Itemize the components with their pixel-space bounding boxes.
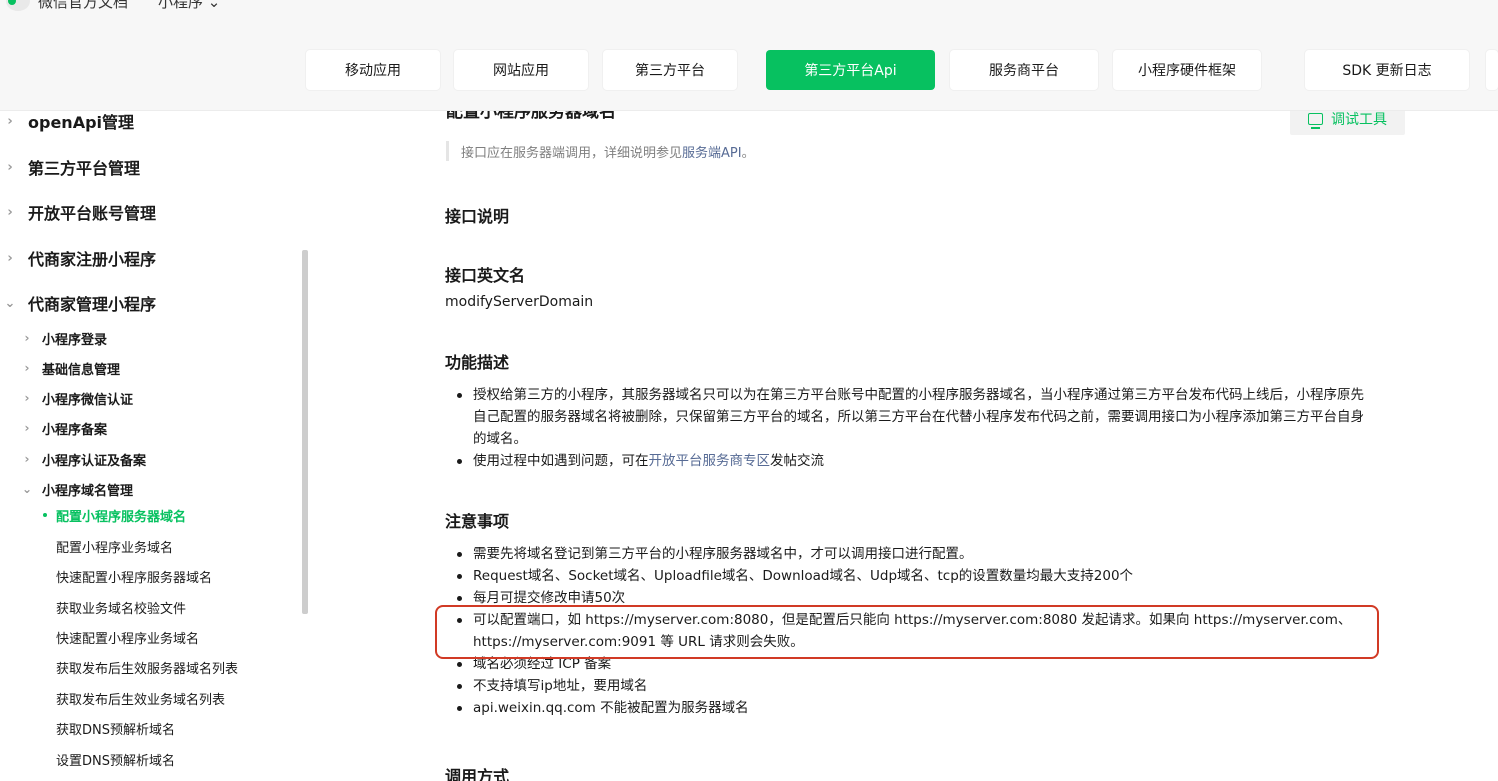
list-item-line: 授权给第三方的小程序，其服务器域名只可以为在第三方平台账号中配置的小程序服务器域…: [473, 387, 1364, 403]
notice-end: 。: [741, 145, 755, 161]
server-api-link[interactable]: 服务端API: [682, 142, 742, 161]
list-item: 使用过程中如遇到问题，可在开放平台服务商专区发帖交流: [445, 450, 1405, 472]
heading-english-name: 接口英文名: [445, 266, 526, 285]
annotation-highlight-box: [435, 605, 1379, 659]
active-dot-icon: [43, 513, 47, 517]
sidebar-subgroup-label: 基础信息管理: [42, 362, 121, 378]
top-header: 微信官方文档 小程序 ⌄ 移动应用 网站应用 第三方平台 第三方平台Api 服务…: [0, 0, 1498, 111]
list-item: 需要先将域名登记到第三方平台的小程序服务器域名中，才可以调用接口进行配置。: [445, 543, 1405, 565]
tab-overflow[interactable]: [1486, 50, 1498, 90]
sidebar-group-label: openApi管理: [28, 113, 135, 132]
sidebar-item-set-dns-prefetch[interactable]: 设置DNS预解析域名: [56, 749, 175, 769]
server-api-notice: 接口应在服务器端调用，详细说明参见 服务端API。: [446, 141, 755, 161]
wechat-logo-icon: [6, 0, 30, 11]
sidebar-item-quick-server-domain[interactable]: 快速配置小程序服务器域名: [56, 566, 212, 586]
sidebar-subgroup-label: 小程序微信认证: [42, 392, 134, 408]
chevron-right-icon: ›: [24, 331, 30, 345]
tab-service-provider[interactable]: 服务商平台: [950, 50, 1098, 90]
sidebar: › openApi管理 › 第三方平台管理 › 开放平台账号管理 › 代商家注册…: [0, 111, 300, 781]
chevron-down-icon: ⌄: [22, 482, 33, 496]
section-switcher[interactable]: 小程序 ⌄: [158, 0, 220, 12]
function-list: 授权给第三方的小程序，其服务器域名只可以为在第三方平台账号中配置的小程序服务器域…: [445, 384, 1405, 472]
tab-website-app[interactable]: 网站应用: [454, 50, 588, 90]
tab-hardware-framework[interactable]: 小程序硬件框架: [1113, 50, 1261, 90]
list-item: 不支持填写ip地址，要用域名: [445, 675, 1405, 697]
sidebar-item-effective-business-domains[interactable]: 获取发布后生效业务域名列表: [56, 688, 225, 708]
sidebar-item-quick-business-domain[interactable]: 快速配置小程序业务域名: [56, 627, 199, 647]
list-item-text: 发帖交流: [770, 453, 824, 469]
debug-tool-label: 调试工具: [1331, 112, 1387, 128]
sidebar-group-label: 代商家注册小程序: [28, 250, 157, 269]
chevron-right-icon: ›: [7, 250, 13, 266]
monitor-icon: [1308, 113, 1323, 129]
sidebar-item-verify-file[interactable]: 获取业务域名校验文件: [56, 597, 186, 617]
list-item-line: 自己配置的服务器域名将被删除，只保留第三方平台的域名，所以第三方平台在代替小程序…: [473, 409, 1364, 425]
sidebar-group-label: 代商家管理小程序: [28, 295, 157, 314]
chevron-right-icon: ›: [24, 421, 30, 435]
service-zone-link[interactable]: 开放平台服务商专区: [649, 453, 771, 469]
notice-text: 接口应在服务器端调用，详细说明参见: [461, 145, 683, 161]
section-label: 小程序: [158, 0, 204, 11]
sidebar-subgroup-label: 小程序认证及备案: [42, 453, 147, 469]
heading-interface: 接口说明: [445, 207, 510, 226]
chevron-down-icon: ⌄: [4, 295, 16, 311]
chevron-right-icon: ›: [7, 204, 13, 220]
brand[interactable]: 微信官方文档 小程序 ⌄: [6, 0, 220, 11]
list-item-line: 的域名。: [473, 431, 527, 447]
sidebar-item-label: 配置小程序服务器域名: [56, 509, 187, 525]
heading-function: 功能描述: [445, 353, 510, 372]
chevron-right-icon: ›: [7, 159, 13, 175]
list-item: api.weixin.qq.com 不能被配置为服务器域名: [445, 697, 1405, 719]
chevron-right-icon: ›: [24, 452, 30, 466]
sidebar-group-label: 第三方平台管理: [28, 159, 141, 178]
tab-third-party-api[interactable]: 第三方平台Api: [766, 50, 935, 90]
list-item: 授权给第三方的小程序，其服务器域名只可以为在第三方平台账号中配置的小程序服务器域…: [445, 384, 1405, 450]
list-item-text: 使用过程中如遇到问题，可在: [473, 453, 649, 469]
sidebar-item-effective-server-domains[interactable]: 获取发布后生效服务器域名列表: [56, 657, 238, 677]
chevron-right-icon: ›: [7, 113, 13, 129]
chevron-right-icon: ›: [24, 361, 30, 375]
tab-mobile-app[interactable]: 移动应用: [306, 50, 440, 90]
sidebar-subgroup-label: 小程序备案: [42, 422, 108, 438]
sidebar-scrollbar[interactable]: [302, 250, 308, 614]
list-item: Request域名、Socket域名、Uploadfile域名、Download…: [445, 565, 1405, 587]
tab-third-party-platform[interactable]: 第三方平台: [603, 50, 737, 90]
sidebar-item-server-domain[interactable]: 配置小程序服务器域名: [43, 505, 187, 525]
sidebar-item-get-dns-prefetch[interactable]: 获取DNS预解析域名: [56, 718, 175, 738]
sidebar-subgroup-label: 小程序域名管理: [42, 483, 134, 499]
tab-sdk-changelog[interactable]: SDK 更新日志: [1305, 50, 1469, 90]
page-title: 配置小程序服务器域名: [446, 111, 616, 122]
main-content: 配置小程序服务器域名 调试工具 接口应在服务器端调用，详细说明参见 服务端API。…: [310, 111, 1498, 781]
debug-tool-button[interactable]: 调试工具: [1290, 111, 1405, 135]
chevron-right-icon: ›: [24, 391, 30, 405]
heading-notes: 注意事项: [445, 512, 510, 531]
brand-title: 微信官方文档: [38, 0, 129, 11]
sidebar-group-label: 开放平台账号管理: [28, 204, 157, 223]
heading-call-method: 调用方式: [445, 767, 510, 781]
english-name-value: modifyServerDomain: [445, 294, 594, 310]
sidebar-item-business-domain[interactable]: 配置小程序业务域名: [56, 536, 173, 556]
sidebar-subgroup-label: 小程序登录: [42, 332, 108, 348]
